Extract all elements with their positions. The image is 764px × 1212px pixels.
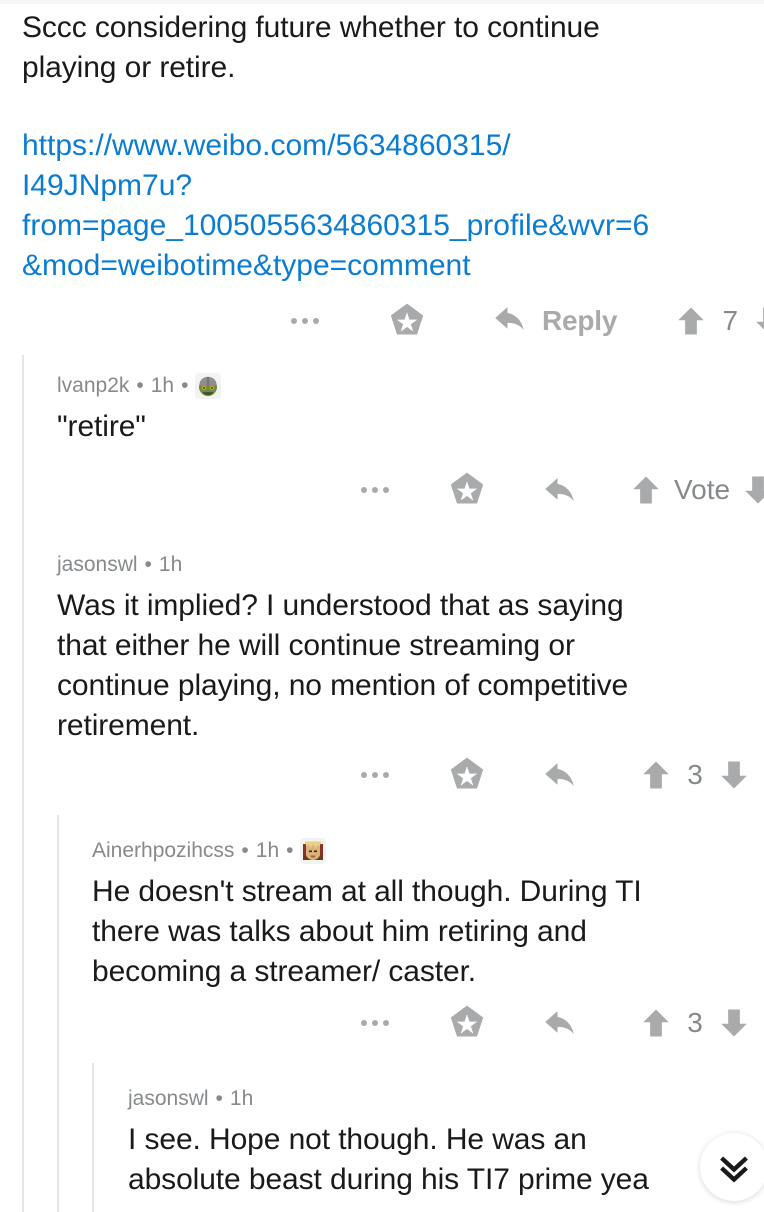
thread-line-depth-3 xyxy=(92,1063,94,1212)
link-line: from=page_1005055634860315_profile&wvr=6 xyxy=(22,209,650,242)
comment-body-line: that either he will continue streaming o… xyxy=(57,629,575,662)
more-options-icon[interactable] xyxy=(352,752,398,798)
reply-button[interactable]: Reply xyxy=(490,298,617,345)
thread-line-depth-1 xyxy=(22,355,24,1212)
upvote-icon[interactable] xyxy=(638,1005,674,1041)
vote-group-jasonswl-1: 3 xyxy=(638,757,752,793)
comment-timestamp: 1h xyxy=(229,1087,254,1110)
blonde-hero-avatar-icon xyxy=(300,838,327,864)
comment-timestamp: 1h xyxy=(158,553,183,576)
vote-group-lvanp2k: Vote xyxy=(628,472,764,508)
meta-separator: • xyxy=(144,553,152,576)
comment-body-line: there was talks about him retiring and xyxy=(92,915,587,948)
comment-meta: jasonswl • 1h xyxy=(128,1086,764,1112)
comment-body: He doesn't stream at all though. During … xyxy=(92,872,762,992)
comment-meta: Ainerhpozihcss • 1h • xyxy=(92,838,762,864)
upvote-icon[interactable] xyxy=(673,303,709,339)
comment-thread-screen: Sccc considering future whether to conti… xyxy=(0,0,764,1212)
meta-separator: • xyxy=(136,374,144,397)
upvote-icon[interactable] xyxy=(628,472,664,508)
meta-separator: • xyxy=(286,839,294,862)
green-creature-avatar-icon xyxy=(195,373,222,399)
comment-author[interactable]: jasonswl xyxy=(128,1086,209,1112)
meta-separator: • xyxy=(215,1087,223,1110)
reply-label: Reply xyxy=(542,305,618,336)
comment-body-line: Sccc considering future whether to conti… xyxy=(22,11,600,44)
award-icon[interactable] xyxy=(380,298,434,344)
next-comment-button[interactable] xyxy=(700,1133,764,1201)
downvote-icon[interactable] xyxy=(716,757,752,793)
award-icon[interactable] xyxy=(440,752,494,798)
comment-body-line: Was it implied? I understood that as say… xyxy=(57,589,624,622)
comment-body-line: becoming a streamer/ caster. xyxy=(92,955,477,988)
comment-body-line: "retire" xyxy=(57,410,146,443)
vote-score: 3 xyxy=(687,759,703,790)
top-divider xyxy=(0,0,764,4)
comment-body-line: continue playing, no mention of competit… xyxy=(57,669,629,702)
more-options-icon[interactable] xyxy=(282,298,328,344)
reply-icon[interactable] xyxy=(540,754,582,796)
meta-separator: • xyxy=(181,374,189,397)
thread-line-depth-2 xyxy=(57,815,59,1212)
comment-body: Sccc considering future whether to conti… xyxy=(22,8,762,88)
downvote-icon[interactable] xyxy=(751,303,764,339)
comment-body-line: retirement. xyxy=(57,709,200,742)
comment-meta: jasonswl • 1h xyxy=(57,552,762,578)
more-options-icon[interactable] xyxy=(352,1000,398,1046)
reply-icon[interactable] xyxy=(540,469,582,511)
comment-body-line: He doesn't stream at all though. During … xyxy=(92,875,642,908)
comment-author[interactable]: jasonswl xyxy=(57,552,138,578)
comment-body-line: absolute beast during his TI7 prime yea xyxy=(128,1163,649,1196)
comment-body: Was it implied? I understood that as say… xyxy=(57,586,762,746)
link-line: https://www.weibo.com/5634860315/ xyxy=(22,129,511,162)
comment-jasonswl-2: jasonswl • 1h I see. Hope not though. He… xyxy=(128,1086,764,1200)
vote-score[interactable]: Vote xyxy=(674,474,730,506)
comment-actions-jasonswl-1: 3 xyxy=(352,752,752,798)
comment-body-line: I see. Hope not though. He was an xyxy=(128,1123,587,1156)
comment-root: Sccc considering future whether to conti… xyxy=(22,8,762,286)
downvote-icon[interactable] xyxy=(716,1005,752,1041)
reply-arrow-icon xyxy=(490,298,532,345)
weibo-link[interactable]: https://www.weibo.com/5634860315/ I49JNp… xyxy=(22,126,762,286)
comment-body: I see. Hope not though. He was an absolu… xyxy=(128,1120,764,1200)
comment-author[interactable]: Ainerhpozihcss xyxy=(92,838,234,864)
comment-lvanp2k: lvanp2k • 1h • "retire" xyxy=(57,373,757,447)
more-options-icon[interactable] xyxy=(352,467,398,513)
vote-score: 7 xyxy=(722,305,739,336)
comment-timestamp: 1h xyxy=(150,374,175,397)
link-line: &mod=weibotime&type=comment xyxy=(22,249,471,282)
vote-group-ainerhpozihcss: 3 xyxy=(638,1005,752,1041)
comment-ainerhpozihcss: Ainerhpozihcss • 1h • He doesn't stream … xyxy=(92,838,762,992)
comment-actions-ainerhpozihcss: 3 xyxy=(352,1000,752,1046)
downvote-icon[interactable] xyxy=(740,472,764,508)
comment-body: "retire" xyxy=(57,407,757,447)
award-icon[interactable] xyxy=(440,467,494,513)
meta-separator: • xyxy=(241,839,249,862)
comment-author[interactable]: lvanp2k xyxy=(57,373,129,399)
vote-group-root: 7 xyxy=(673,303,764,339)
link-line: I49JNpm7u? xyxy=(22,169,193,202)
comment-actions-lvanp2k: Vote xyxy=(352,467,764,513)
upvote-icon[interactable] xyxy=(638,757,674,793)
comment-body-line: playing or retire. xyxy=(22,51,236,84)
comment-timestamp: 1h xyxy=(255,839,280,862)
comment-jasonswl-1: jasonswl • 1h Was it implied? I understo… xyxy=(57,552,762,746)
comment-meta: lvanp2k • 1h • xyxy=(57,373,757,399)
vote-score: 3 xyxy=(687,1007,703,1038)
award-icon[interactable] xyxy=(440,1000,494,1046)
comment-actions-root: Reply 7 xyxy=(282,298,764,344)
reply-icon[interactable] xyxy=(540,1002,582,1044)
